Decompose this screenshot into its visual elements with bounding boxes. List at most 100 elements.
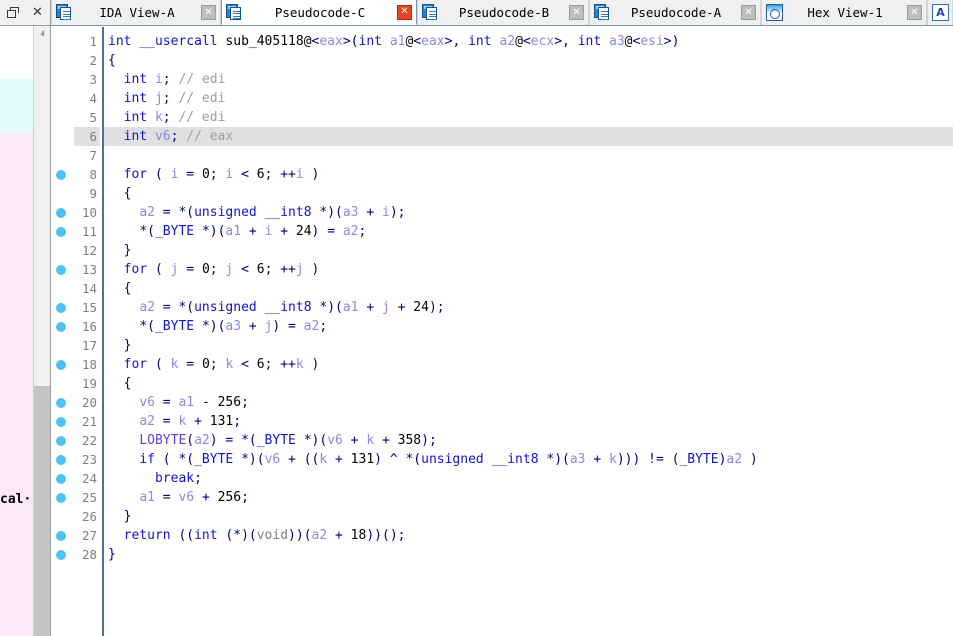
code-line[interactable]: int __usercall sub_405118@<eax>(int a1@<… xyxy=(108,34,679,49)
line-number: 28 xyxy=(81,547,97,562)
breakpoint-dot[interactable] xyxy=(56,474,66,484)
line-number: 16 xyxy=(81,319,97,334)
breakpoint-dot[interactable] xyxy=(56,303,66,313)
line-number: 13 xyxy=(81,262,97,277)
breakpoint-dot[interactable] xyxy=(56,417,66,427)
tab-close-icon[interactable]: ✕ xyxy=(397,4,412,20)
tab-hex-view-1[interactable]: Hex View-1 ✕ xyxy=(761,0,927,25)
code-line[interactable]: for ( i = 0; i < 6; ++i ) xyxy=(108,167,320,182)
tab-label: IDA View-A xyxy=(99,5,175,20)
code-line[interactable]: { xyxy=(108,186,132,201)
line-number: 11 xyxy=(81,224,97,239)
breakpoint-dot[interactable] xyxy=(56,227,66,237)
code-line[interactable]: for ( j = 0; j < 6; ++j ) xyxy=(108,262,320,277)
line-number: 17 xyxy=(81,338,97,353)
tab-pseudocode-b[interactable]: Pseudocode-B ✕ xyxy=(417,0,589,25)
code-line[interactable]: *(_BYTE *)(a1 + i + 24) = a2; xyxy=(108,224,366,239)
document-icon xyxy=(56,4,73,21)
line-number: 1 xyxy=(89,34,97,49)
line-number: 2 xyxy=(89,53,97,68)
code-line[interactable]: break; xyxy=(108,471,202,486)
window-controls: ✕ xyxy=(0,0,51,26)
tab-close-icon[interactable]: ✕ xyxy=(569,5,584,20)
tab-label: Hex View-1 xyxy=(807,5,883,20)
line-number: 27 xyxy=(81,528,97,543)
code-line[interactable]: return ((int (*)(void))(a2 + 18))(); xyxy=(108,528,406,543)
breakpoint-gutter[interactable] xyxy=(52,27,74,636)
left-dock-panel: cal· ⱏ xyxy=(0,26,51,636)
tab-close-icon[interactable]: ✕ xyxy=(741,5,756,20)
line-number: 21 xyxy=(81,414,97,429)
breakpoint-dot[interactable] xyxy=(56,550,66,560)
code-line[interactable]: if ( *(_BYTE *)(v6 + ((k + 131) ^ *(unsi… xyxy=(108,452,757,467)
line-number: 5 xyxy=(89,110,97,125)
code-line[interactable]: for ( k = 0; k < 6; ++k ) xyxy=(108,357,320,372)
code-line[interactable]: } xyxy=(108,509,132,524)
breakpoint-dot[interactable] xyxy=(56,208,66,218)
code-line[interactable]: { xyxy=(108,376,132,391)
line-number: 22 xyxy=(81,433,97,448)
breakpoint-dot[interactable] xyxy=(56,360,66,370)
pseudocode-editor[interactable]: 1 2 3 4 5 6 7 8 9 10 11 12 13 14 15 16 17 18 19 20 21 22 23 24 2… xyxy=(52,27,953,636)
code-line[interactable]: LOBYTE(a2) = *(_BYTE *)(v6 + k + 358); xyxy=(108,433,436,448)
code-line[interactable]: } xyxy=(108,243,132,258)
line-number: 3 xyxy=(89,72,97,87)
breakpoint-dot[interactable] xyxy=(56,493,66,503)
code-line[interactable]: a2 = k + 131; xyxy=(108,414,241,429)
tab-label: Pseudocode-A xyxy=(630,5,722,20)
code-line[interactable]: { xyxy=(108,281,132,296)
left-panel-scrollbar[interactable]: ⱏ xyxy=(33,26,50,636)
breakpoint-dot[interactable] xyxy=(56,531,66,541)
line-number: 9 xyxy=(89,186,97,201)
code-line[interactable]: int i; // edi xyxy=(108,72,226,87)
line-number: 26 xyxy=(81,509,97,524)
tab-bar: IDA View-A ✕ Pseudocode-C ✕ Pseudocode-B ✕ Pse… xyxy=(51,0,953,26)
breakpoint-dot[interactable] xyxy=(56,170,66,180)
code-line[interactable]: a2 = *(unsigned __int8 *)(a1 + j + 24); xyxy=(108,300,444,315)
line-number: 24 xyxy=(81,471,97,486)
band-pink xyxy=(0,133,34,636)
code-line[interactable]: } xyxy=(108,338,132,353)
breakpoint-dot[interactable] xyxy=(56,455,66,465)
breakpoint-dot[interactable] xyxy=(56,265,66,275)
breakpoint-dot[interactable] xyxy=(56,322,66,332)
breakpoint-dot[interactable] xyxy=(56,436,66,446)
hex-circle-icon xyxy=(766,4,783,21)
left-panel-truncated-label: cal· xyxy=(0,492,32,507)
line-number: 18 xyxy=(81,357,97,372)
code-line[interactable]: { xyxy=(108,53,116,68)
tab-close-icon[interactable]: ✕ xyxy=(201,5,216,20)
tab-label: Pseudocode-B xyxy=(458,5,550,20)
code-line[interactable]: a1 = v6 + 256; xyxy=(108,490,249,505)
tab-extra[interactable]: A xyxy=(927,0,953,25)
close-window-button[interactable]: ✕ xyxy=(29,4,47,22)
code-line[interactable]: int v6; // eax xyxy=(108,129,234,144)
document-icon xyxy=(226,3,243,21)
code-line[interactable]: } xyxy=(108,547,116,562)
tab-close-icon[interactable]: ✕ xyxy=(907,5,922,20)
band-cyan xyxy=(0,79,34,133)
left-panel-color-bands xyxy=(0,26,34,636)
breakpoint-dot[interactable] xyxy=(56,398,66,408)
document-icon xyxy=(422,4,439,21)
restore-icon xyxy=(7,7,19,18)
code-line[interactable]: int k; // edi xyxy=(108,110,226,125)
line-number-gutter: 1 2 3 4 5 6 7 8 9 10 11 12 13 14 15 16 17 18 19 20 21 22 23 24 2… xyxy=(74,27,100,636)
tab-ida-view-a[interactable]: IDA View-A ✕ xyxy=(51,0,221,25)
code-area[interactable]: int __usercall sub_405118@<eax>(int a1@<… xyxy=(104,27,953,636)
tab-label: Pseudocode-C xyxy=(274,4,366,20)
scroll-up-arrow-icon[interactable]: ⱏ xyxy=(34,26,50,43)
line-number: 20 xyxy=(81,395,97,410)
line-number: 23 xyxy=(81,452,97,467)
code-line[interactable]: v6 = a1 - 256; xyxy=(108,395,249,410)
line-number: 10 xyxy=(81,205,97,220)
line-number: 8 xyxy=(89,167,97,182)
tab-pseudocode-a[interactable]: Pseudocode-A ✕ xyxy=(589,0,761,25)
code-line[interactable]: int j; // edi xyxy=(108,91,226,106)
line-number: 14 xyxy=(81,281,97,296)
restore-window-button[interactable] xyxy=(4,4,22,22)
scrollbar-thumb[interactable] xyxy=(34,386,50,636)
tab-pseudocode-c[interactable]: Pseudocode-C ✕ xyxy=(221,0,417,25)
code-line[interactable]: a2 = *(unsigned __int8 *)(a3 + i); xyxy=(108,205,405,220)
code-line[interactable]: *(_BYTE *)(a3 + j) = a2; xyxy=(108,319,327,334)
